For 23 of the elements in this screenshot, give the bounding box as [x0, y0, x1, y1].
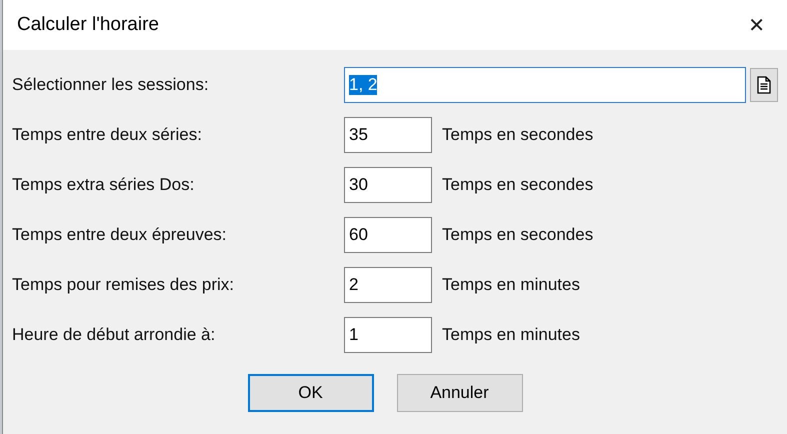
document-icon: [757, 76, 771, 94]
unit-label: Temps en secondes: [442, 225, 594, 245]
document-button[interactable]: [750, 68, 778, 102]
field-label: Heure de début arrondie à:: [12, 325, 216, 345]
input-field[interactable]: 2: [344, 267, 432, 303]
unit-label: Temps en secondes: [442, 125, 594, 145]
field-label: Temps entre deux épreuves:: [12, 225, 228, 245]
window-title: Calculer l'horaire: [17, 14, 159, 36]
unit-label: Temps en minutes: [442, 325, 580, 345]
input-field[interactable]: 60: [344, 217, 432, 253]
field-label: Temps pour remises des prix:: [12, 275, 236, 295]
unit-label: Temps en minutes: [442, 275, 580, 295]
close-button[interactable]: ✕: [740, 9, 773, 41]
cancel-button[interactable]: Annuler: [396, 374, 522, 412]
input-field[interactable]: 1: [344, 317, 432, 353]
field-label: Temps extra séries Dos:: [12, 175, 196, 195]
field-label: Temps entre deux séries:: [12, 125, 203, 145]
input-field[interactable]: 30: [344, 167, 432, 203]
sessions-field[interactable]: 1, 2: [344, 67, 746, 103]
ok-button[interactable]: OK: [248, 374, 374, 412]
input-field[interactable]: 35: [344, 117, 432, 153]
field-label: Sélectionner les sessions:: [12, 75, 210, 95]
unit-label: Temps en secondes: [442, 175, 594, 195]
